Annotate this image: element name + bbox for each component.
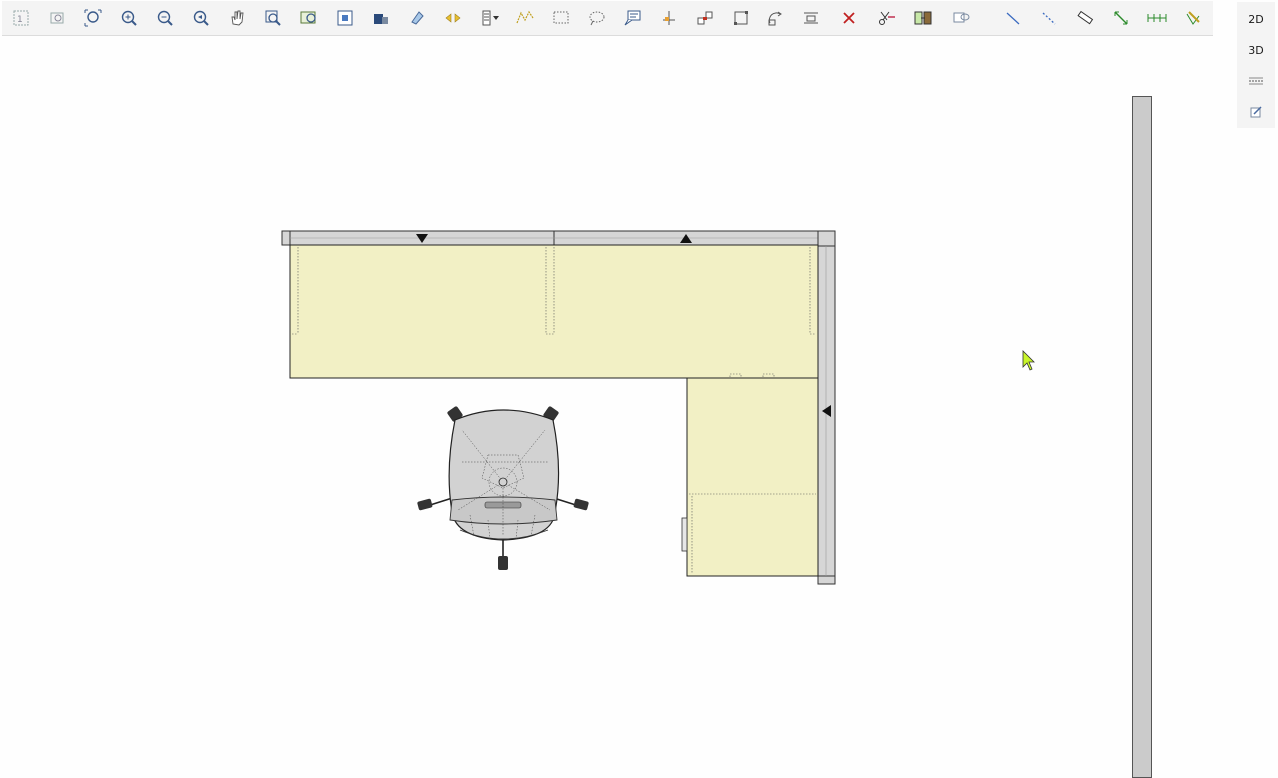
- zoom-selection-icon: [300, 11, 316, 24]
- group-replace-button[interactable]: [908, 3, 938, 33]
- zoom-extents-button[interactable]: [78, 3, 108, 33]
- zoom-extents-icon: [84, 9, 102, 27]
- zoom-window-icon: [265, 10, 281, 26]
- pan-hand-button[interactable]: [222, 3, 252, 33]
- notes-icon[interactable]: [1237, 97, 1275, 127]
- measure-icon: [1077, 10, 1094, 25]
- delete-button[interactable]: [834, 3, 864, 33]
- catalog-button[interactable]: [366, 3, 396, 33]
- print-preview-icon: [50, 12, 64, 24]
- zoom-in-button[interactable]: [114, 3, 144, 33]
- select-box-button[interactable]: [330, 3, 360, 33]
- print-preview-button[interactable]: [42, 3, 72, 33]
- connect-icon: [697, 11, 713, 25]
- polyline-button[interactable]: [510, 3, 540, 33]
- return-pedestal[interactable]: [681, 377, 819, 577]
- view-panel: 2D 3D: [1237, 2, 1275, 128]
- insert-point-button[interactable]: [654, 3, 684, 33]
- top-panel[interactable]: [281, 230, 836, 246]
- dimension-icon: [1114, 11, 1128, 25]
- zoom-window-button[interactable]: [258, 3, 288, 33]
- svg-text:1: 1: [17, 15, 23, 25]
- rectangle-select-button[interactable]: [546, 3, 576, 33]
- polyline-icon: [516, 10, 534, 24]
- group-replace-icon: [914, 11, 932, 25]
- floor-plan: [281, 230, 836, 585]
- mouse-cursor-icon: [1022, 350, 1035, 371]
- layers-dropdown-button[interactable]: [476, 3, 506, 33]
- line-icon: [1006, 12, 1020, 25]
- rotate-icon: [768, 11, 782, 26]
- pencil-ruler-button[interactable]: [1178, 3, 1208, 33]
- zoom-previous-icon: [193, 10, 209, 26]
- flip-icon: [445, 13, 461, 23]
- line-button[interactable]: [998, 3, 1028, 33]
- catalog-icon: [374, 14, 388, 24]
- select-all-button[interactable]: 1: [6, 3, 36, 33]
- delete-icon: [843, 12, 855, 24]
- align-button[interactable]: [796, 3, 826, 33]
- connect-button[interactable]: [690, 3, 720, 33]
- zoom-out-icon: [157, 10, 173, 26]
- move-button[interactable]: [726, 3, 756, 33]
- measure-button[interactable]: [1070, 3, 1100, 33]
- paint-button[interactable]: [402, 3, 432, 33]
- dashed-line-button[interactable]: [1034, 3, 1064, 33]
- zoom-previous-button[interactable]: [186, 3, 216, 33]
- view-3d-button[interactable]: 3D: [1237, 35, 1275, 65]
- move-icon: [734, 11, 748, 25]
- swap-button[interactable]: [946, 3, 976, 33]
- office-chair[interactable]: [417, 406, 589, 570]
- select-all-icon: 1: [13, 10, 29, 26]
- chain-dimension-button[interactable]: [1142, 3, 1172, 33]
- cut-replace-button[interactable]: [872, 3, 902, 33]
- paint-icon: [411, 11, 424, 25]
- view-2d-button[interactable]: 2D: [1237, 4, 1275, 34]
- annotation-icon: [624, 10, 641, 26]
- chain-dimension-icon: [1147, 14, 1167, 22]
- cut-replace-icon: [879, 11, 895, 25]
- lasso-select-icon: [589, 11, 605, 26]
- pan-hand-icon: [231, 10, 244, 26]
- side-panel[interactable]: [817, 230, 836, 585]
- align-icon: [804, 12, 818, 24]
- worksurface-main[interactable]: [289, 244, 819, 385]
- dashed-line-icon: [1042, 12, 1056, 25]
- layers-dropdown-icon: [482, 10, 499, 26]
- rectangle-select-icon: [553, 11, 569, 24]
- zoom-selection-button[interactable]: [294, 3, 324, 33]
- select-box-icon: [337, 10, 353, 26]
- annotation-button[interactable]: [618, 3, 648, 33]
- main-toolbar: 1: [2, 1, 1213, 36]
- zoom-in-icon: [121, 10, 137, 26]
- dimension-button[interactable]: [1106, 3, 1136, 33]
- flip-button[interactable]: [438, 3, 468, 33]
- swap-icon: [953, 12, 970, 23]
- lasso-select-button[interactable]: [582, 3, 612, 33]
- layout-icon[interactable]: [1237, 66, 1275, 96]
- rotate-button[interactable]: [760, 3, 790, 33]
- pencil-ruler-icon: [1186, 11, 1200, 25]
- zoom-out-button[interactable]: [150, 3, 180, 33]
- drawing-canvas[interactable]: [0, 36, 1230, 778]
- insert-point-icon: [663, 11, 675, 25]
